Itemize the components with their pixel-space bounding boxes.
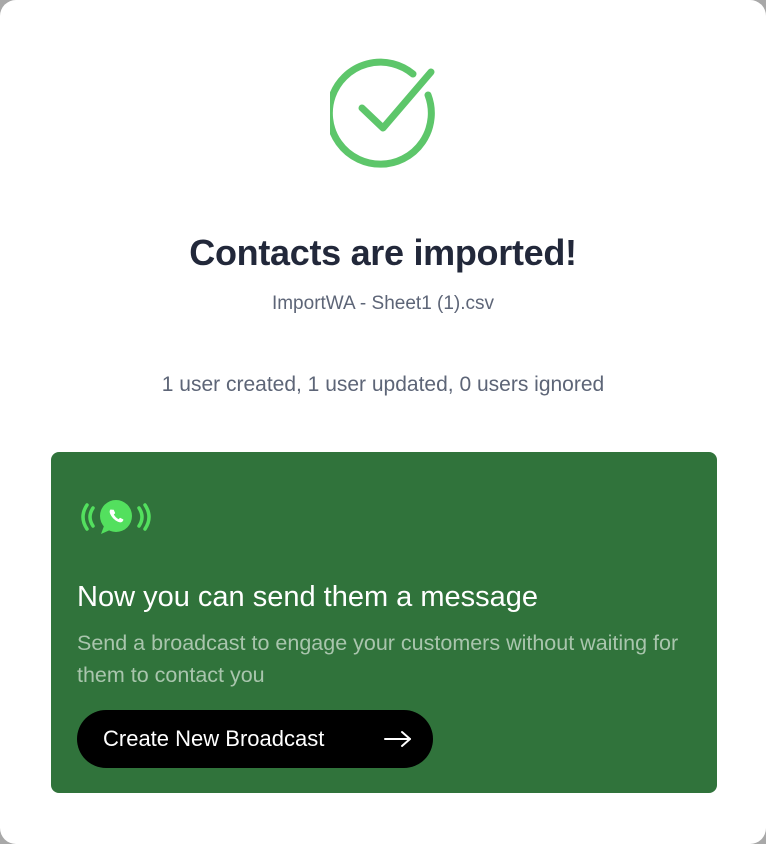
import-success-dialog: Contacts are imported! ImportWA - Sheet1… — [0, 0, 766, 844]
imported-file-name: ImportWA - Sheet1 (1).csv — [271, 293, 495, 314]
import-summary: 1 user created, 1 user updated, 0 users … — [161, 373, 605, 396]
promo-description: Send a broadcast to engage your customer… — [77, 631, 679, 687]
promo-title: Now you can send them a message — [77, 581, 539, 613]
import-title: Contacts are imported! — [189, 232, 577, 273]
broadcast-promo-card: Now you can send them a message Send a b… — [51, 452, 717, 793]
create-new-broadcast-label: Create New Broadcast — [103, 726, 325, 751]
arrow-right-icon — [384, 731, 411, 747]
whatsapp-broadcast-icon — [81, 500, 151, 534]
create-new-broadcast-button[interactable]: Create New Broadcast — [77, 710, 433, 768]
check-circle-icon — [330, 58, 435, 168]
